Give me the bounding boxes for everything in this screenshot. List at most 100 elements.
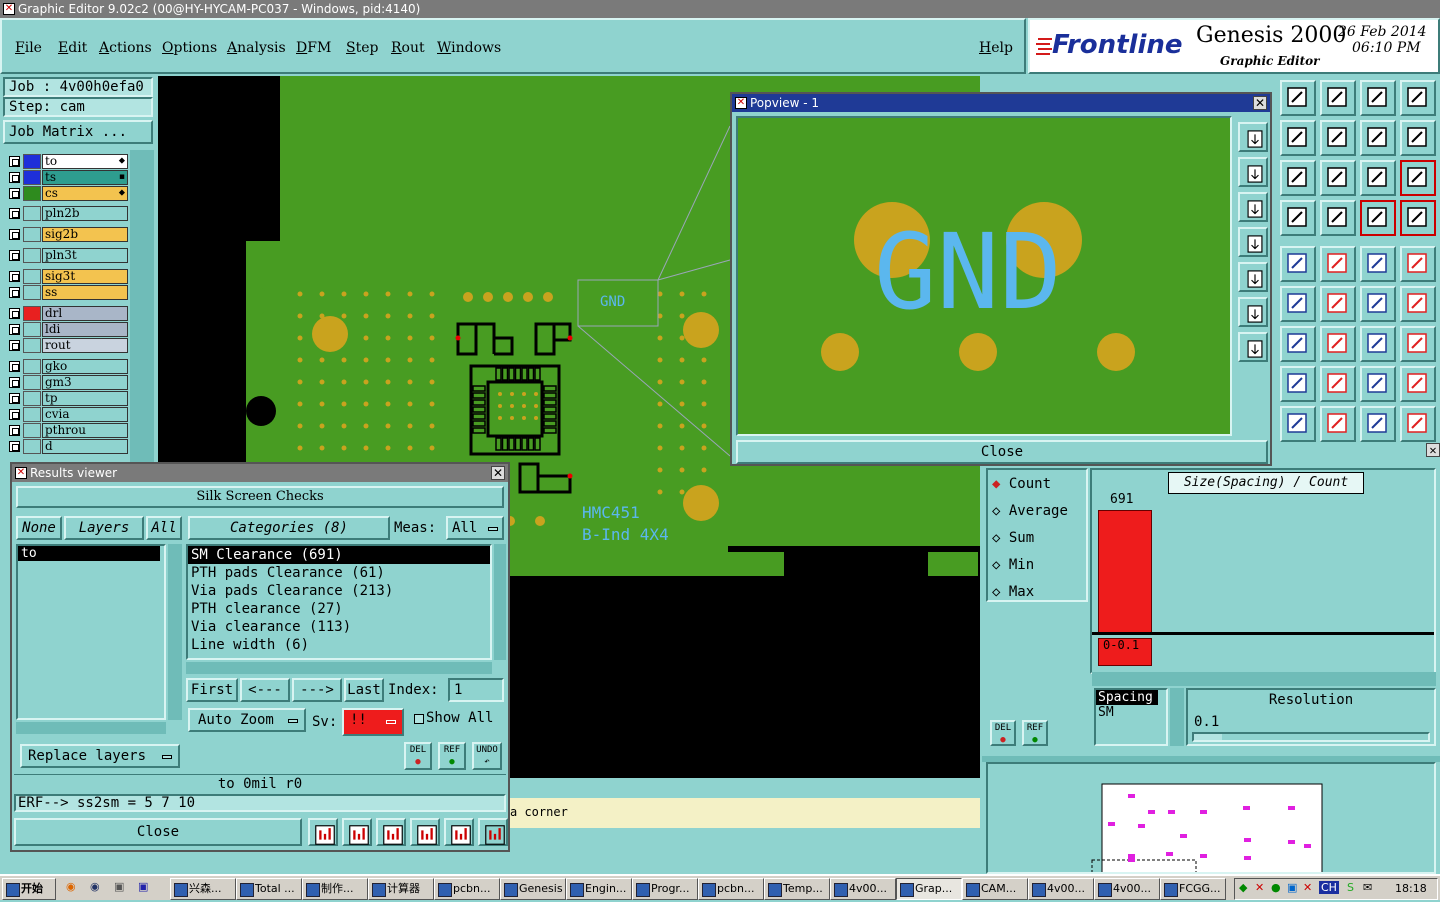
task-button[interactable]: Genesis — [500, 878, 566, 900]
menu-options[interactable]: Options — [162, 40, 217, 56]
layer-row-drl[interactable]: drl — [6, 306, 128, 321]
task-button[interactable]: 制作... — [302, 878, 368, 900]
popview-tool-icon[interactable] — [1238, 157, 1268, 187]
menu-analysis[interactable]: Analysis — [227, 40, 286, 56]
task-button[interactable]: 计算器 — [368, 878, 434, 900]
tray-icon[interactable]: ✕ — [1303, 881, 1312, 894]
results-tool-icon[interactable] — [376, 818, 406, 846]
layer-color-swatch[interactable] — [23, 359, 41, 374]
task-button[interactable]: Engin... — [566, 878, 632, 900]
tool-icon[interactable] — [1360, 200, 1396, 236]
popview-tool-icon[interactable] — [1238, 262, 1268, 292]
task-button[interactable]: Total ... — [236, 878, 302, 900]
tool-icon[interactable] — [1320, 406, 1356, 442]
tool-icon[interactable] — [1280, 326, 1316, 362]
last-button[interactable]: Last — [344, 678, 384, 702]
layers-all-button[interactable]: All — [146, 516, 182, 540]
layer-row-tp[interactable]: tp — [6, 391, 128, 406]
results-close-icon[interactable]: ✕ — [491, 466, 505, 480]
layer-name[interactable]: tp — [42, 391, 128, 406]
tray-icon[interactable]: ✕ — [1255, 881, 1264, 894]
tool-icon[interactable] — [1280, 80, 1316, 116]
minimap-canvas[interactable] — [986, 762, 1436, 874]
layer-row-ldi[interactable]: ldi — [6, 322, 128, 337]
ref-button[interactable]: REF ● — [438, 742, 466, 770]
layer-checkbox[interactable] — [9, 425, 20, 436]
tool-icon[interactable] — [1320, 326, 1356, 362]
popview-canvas[interactable]: GND — [736, 116, 1232, 436]
stats-option-average[interactable]: ◇ Average — [992, 503, 1068, 519]
tool-icon[interactable] — [1360, 366, 1396, 402]
layers-none-button[interactable]: None — [16, 516, 62, 540]
resolution-slider[interactable] — [1192, 732, 1430, 742]
results-tool-icon[interactable] — [444, 818, 474, 846]
popview-title-bar[interactable]: ✕ Popview - 1 ✕ — [732, 94, 1270, 112]
spacing-item[interactable]: Spacing — [1096, 690, 1158, 705]
tool-icon[interactable] — [1360, 286, 1396, 322]
categories-button[interactable]: Categories (8) — [188, 516, 390, 540]
category-item-pth-pads[interactable]: PTH pads Clearance (61) — [188, 564, 490, 582]
menu-actions[interactable]: Actions — [99, 40, 152, 56]
layer-row-pln2b[interactable]: pln2b — [6, 206, 128, 221]
tool-icon[interactable] — [1400, 246, 1436, 282]
tool-icon[interactable] — [1320, 160, 1356, 196]
stats-del-button[interactable]: DEL ● — [990, 720, 1016, 746]
tool-icon[interactable] — [1280, 406, 1316, 442]
layer-color-swatch[interactable] — [23, 170, 41, 185]
tool-icon[interactable] — [1400, 200, 1436, 236]
quick-launch-icon[interactable]: ▣ — [114, 880, 124, 893]
right-panel-close-icon[interactable]: ✕ — [1426, 443, 1440, 457]
layer-name[interactable]: ts ▪ — [42, 170, 128, 185]
layer-color-swatch[interactable] — [23, 391, 41, 406]
layer-color-swatch[interactable] — [23, 306, 41, 321]
layer-row-gko[interactable]: gko — [6, 359, 128, 374]
tool-icon[interactable] — [1400, 80, 1436, 116]
layer-checkbox[interactable] — [9, 250, 20, 261]
tool-icon[interactable] — [1400, 286, 1436, 322]
layer-color-swatch[interactable] — [23, 285, 41, 300]
layer-name[interactable]: gm3 — [42, 375, 128, 390]
layer-row-rout[interactable]: rout — [6, 338, 128, 353]
tool-icon[interactable] — [1280, 160, 1316, 196]
tool-icon[interactable] — [1280, 286, 1316, 322]
categories-scrollbar[interactable] — [494, 544, 506, 660]
del-button[interactable]: DEL ● — [404, 742, 432, 770]
layer-name[interactable]: ss — [42, 285, 128, 300]
layer-name[interactable]: pln2b — [42, 206, 128, 221]
category-item-pth-clearance[interactable]: PTH clearance (27) — [188, 600, 490, 618]
popview-tool-icon[interactable] — [1238, 122, 1268, 152]
layer-row-gm3[interactable]: gm3 — [6, 375, 128, 390]
tray-mail-icon[interactable]: ✉ — [1363, 881, 1372, 894]
task-button[interactable]: FCGG... — [1160, 878, 1226, 900]
layer-checkbox[interactable] — [9, 287, 20, 298]
layer-name[interactable]: rout — [42, 338, 128, 353]
layer-row-sig2b[interactable]: sig2b — [6, 227, 128, 242]
tool-icon[interactable] — [1360, 120, 1396, 156]
tool-icon[interactable] — [1280, 120, 1316, 156]
task-button[interactable]: 4v00... — [830, 878, 896, 900]
layer-color-swatch[interactable] — [23, 269, 41, 284]
task-button[interactable]: Grap... — [896, 878, 962, 900]
layer-color-swatch[interactable] — [23, 248, 41, 263]
layer-color-swatch[interactable] — [23, 375, 41, 390]
layer-checkbox[interactable] — [9, 441, 20, 452]
layer-row-d[interactable]: d — [6, 439, 128, 454]
quick-launch-icon[interactable]: ◉ — [66, 880, 76, 893]
layer-color-swatch[interactable] — [23, 186, 41, 201]
spacing-scrollbar[interactable] — [1170, 688, 1184, 746]
task-button[interactable]: pcbn... — [434, 878, 500, 900]
tool-icon[interactable] — [1360, 406, 1396, 442]
tool-icon[interactable] — [1280, 200, 1316, 236]
popview-tool-icon[interactable] — [1238, 297, 1268, 327]
show-all-checkbox[interactable] — [414, 714, 424, 724]
layer-row-ts[interactable]: ts ▪ — [6, 170, 128, 185]
menu-file[interactable]: File — [15, 40, 42, 56]
layer-row-sig3t[interactable]: sig3t — [6, 269, 128, 284]
next-button[interactable]: ---> — [292, 678, 342, 702]
popview-tool-icon[interactable] — [1238, 332, 1268, 362]
layer-checkbox[interactable] — [9, 324, 20, 335]
layer-checkbox[interactable] — [9, 271, 20, 282]
task-button[interactable]: 4v00... — [1028, 878, 1094, 900]
quick-launch-icon[interactable]: ◉ — [90, 880, 100, 893]
tool-icon[interactable] — [1320, 80, 1356, 116]
